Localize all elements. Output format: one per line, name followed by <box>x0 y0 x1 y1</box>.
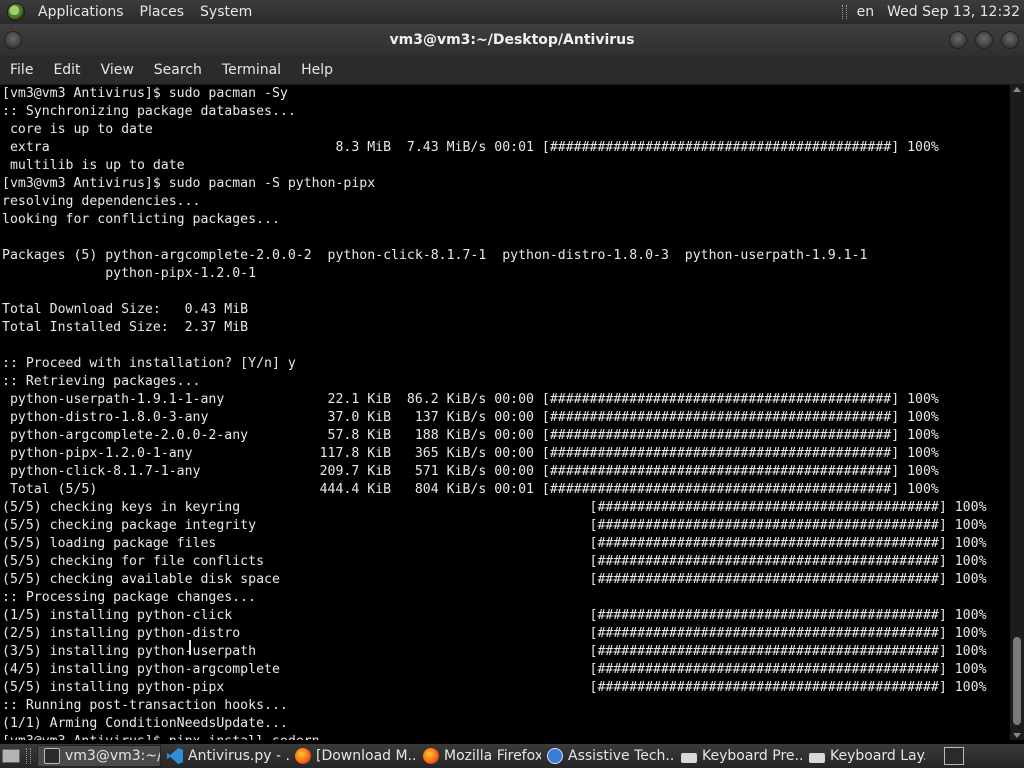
terminal-line: Packages (5) python-argcomplete-2.0.0-2 … <box>2 248 868 263</box>
scroll-up-icon[interactable] <box>1013 87 1021 92</box>
terminal-line: :: Retrieving packages... <box>2 374 201 389</box>
progress-line: (5/5) checking package integrity [######… <box>2 518 987 533</box>
terminal-line: looking for conflicting packages... <box>2 212 280 227</box>
window-title: vm3@vm3:~/Desktop/Antivirus <box>389 32 635 48</box>
menu-help[interactable]: Help <box>291 62 343 78</box>
menu-view[interactable]: View <box>91 62 144 78</box>
taskbar-button-label: Mozilla Firefox <box>444 748 541 764</box>
system-menu[interactable]: System <box>192 4 260 20</box>
distro-logo-icon[interactable] <box>7 3 25 21</box>
scrollbar-thumb[interactable] <box>1013 637 1021 725</box>
menu-search[interactable]: Search <box>144 62 212 78</box>
progress-line: python-distro-1.8.0-3-any 37.0 KiB 137 K… <box>2 410 939 425</box>
panel-separator <box>841 5 847 19</box>
progress-line: (3/5) installing python-userpath [######… <box>2 644 987 659</box>
menu-file[interactable]: File <box>0 62 43 78</box>
accessibility-icon <box>547 748 563 764</box>
progress-line: python-userpath-1.9.1-1-any 22.1 KiB 86.… <box>2 392 939 407</box>
progress-line: python-argcomplete-2.0.0-2-any 57.8 KiB … <box>2 428 939 443</box>
taskbar-button-label: vm3@vm3:~/... <box>65 748 160 764</box>
show-desktop-button[interactable] <box>2 749 20 763</box>
taskbar-button-label: Antivirus.py - ... <box>188 748 289 764</box>
taskbar-button[interactable]: [Download M... <box>289 745 417 767</box>
close-button[interactable] <box>1001 31 1019 49</box>
firefox-icon <box>423 748 439 764</box>
progress-line: (5/5) installing python-pipx [##########… <box>2 680 987 695</box>
menu-edit[interactable]: Edit <box>43 62 90 78</box>
terminal-lines: [vm3@vm3 Antivirus]$ sudo pacman -Sy:: S… <box>2 85 987 740</box>
terminal-line: :: Proceed with installation? [Y/n] y <box>2 356 296 371</box>
terminal-line: python-pipx-1.2.0-1 <box>2 266 257 281</box>
progress-line: python-click-8.1.7-1-any 209.7 KiB 571 K… <box>2 464 939 479</box>
panel-menus: Applications Places System <box>0 3 260 21</box>
clock[interactable]: Wed Sep 13, 12:32 <box>887 4 1020 20</box>
taskbar-button[interactable]: vm3@vm3:~/... <box>37 745 161 767</box>
terminal-line: multilib is up to date <box>2 158 185 173</box>
terminal-line: [vm3@vm3 Antivirus]$ sudo pacman -Sy <box>2 86 288 101</box>
window-titlebar[interactable]: vm3@vm3:~/Desktop/Antivirus <box>0 24 1024 56</box>
taskbar-button-label: Keyboard Lay... <box>830 748 925 764</box>
taskbar-button[interactable]: Antivirus.py - ... <box>161 745 289 767</box>
taskbar-button-label: [Download M... <box>316 748 417 764</box>
taskbar-button[interactable]: Keyboard Lay... <box>803 745 925 767</box>
progress-line: (1/5) installing python-click [#########… <box>2 608 987 623</box>
progress-line: (5/5) checking for file conflicts [#####… <box>2 554 987 569</box>
terminal-line: core is up to date <box>2 122 153 137</box>
taskbar-button[interactable]: Keyboard Pre... <box>675 745 803 767</box>
terminal-line: resolving dependencies... <box>2 194 201 209</box>
vscode-icon <box>167 748 183 764</box>
applications-menu[interactable]: Applications <box>30 4 132 20</box>
progress-line: python-pipx-1.2.0-1-any 117.8 KiB 365 Ki… <box>2 446 939 461</box>
terminal-line: [vm3@vm3 Antivirus]$ pipx install sodern <box>2 733 987 740</box>
progress-line: (5/5) loading package files [###########… <box>2 536 987 551</box>
menu-terminal[interactable]: Terminal <box>212 62 291 78</box>
taskbar-button[interactable]: Mozilla Firefox <box>417 745 541 767</box>
bottom-taskbar: vm3@vm3:~/... Antivirus.py - ... [Download… <box>0 744 1024 768</box>
minimize-button[interactable] <box>949 31 967 49</box>
terminal-scrollbar[interactable] <box>1010 85 1024 740</box>
terminal-tray-icon[interactable] <box>944 747 964 765</box>
keyboard-icon <box>681 752 697 763</box>
terminal-icon <box>44 748 60 764</box>
progress-line: Total (5/5) 444.4 KiB 804 KiB/s 00:01 [#… <box>2 482 939 497</box>
terminal-menubar: File Edit View Search Terminal Help <box>0 56 1024 85</box>
progress-line: extra 8.3 MiB 7.43 MiB/s 00:01 [########… <box>2 140 939 155</box>
terminal-line: (1/1) Arming ConditionNeedsUpdate... <box>2 716 288 731</box>
places-menu[interactable]: Places <box>132 4 193 20</box>
progress-line: (5/5) checking available disk space [###… <box>2 572 987 587</box>
taskbar-button-label: Keyboard Pre... <box>702 748 803 764</box>
window-menu-icon[interactable] <box>4 31 22 49</box>
terminal-output[interactable]: [vm3@vm3 Antivirus]$ sudo pacman -Sy:: S… <box>0 85 1010 740</box>
terminal-line: Total Installed Size: 2.37 MiB <box>2 320 249 335</box>
terminal-line: :: Running post-transaction hooks... <box>2 698 288 713</box>
terminal-line: :: Synchronizing package databases... <box>2 104 296 119</box>
terminal-line: Total Download Size: 0.43 MiB <box>2 302 249 317</box>
taskbar-button-label: Assistive Tech... <box>568 748 675 764</box>
terminal-line: [vm3@vm3 Antivirus]$ sudo pacman -S pyth… <box>2 176 376 191</box>
maximize-button[interactable] <box>975 31 993 49</box>
taskbar-separator <box>26 748 31 764</box>
progress-line: (5/5) checking keys in keyring [########… <box>2 500 987 515</box>
progress-line: (2/5) installing python-distro [########… <box>2 626 987 641</box>
panel-tray: en Wed Sep 13, 12:32 <box>841 4 1024 20</box>
progress-line: (4/5) installing python-argcomplete [###… <box>2 662 987 677</box>
window-list: vm3@vm3:~/... Antivirus.py - ... [Download… <box>37 745 925 767</box>
keyboard-language-indicator[interactable]: en <box>857 4 875 20</box>
firefox-icon <box>295 748 311 764</box>
terminal-line: :: Processing package changes... <box>2 590 257 605</box>
keyboard-icon <box>809 752 825 763</box>
scroll-down-icon[interactable] <box>1013 733 1021 738</box>
taskbar-button[interactable]: Assistive Tech... <box>541 745 675 767</box>
text-cursor-icon <box>189 640 191 655</box>
top-panel: Applications Places System en Wed Sep 13… <box>0 0 1024 24</box>
